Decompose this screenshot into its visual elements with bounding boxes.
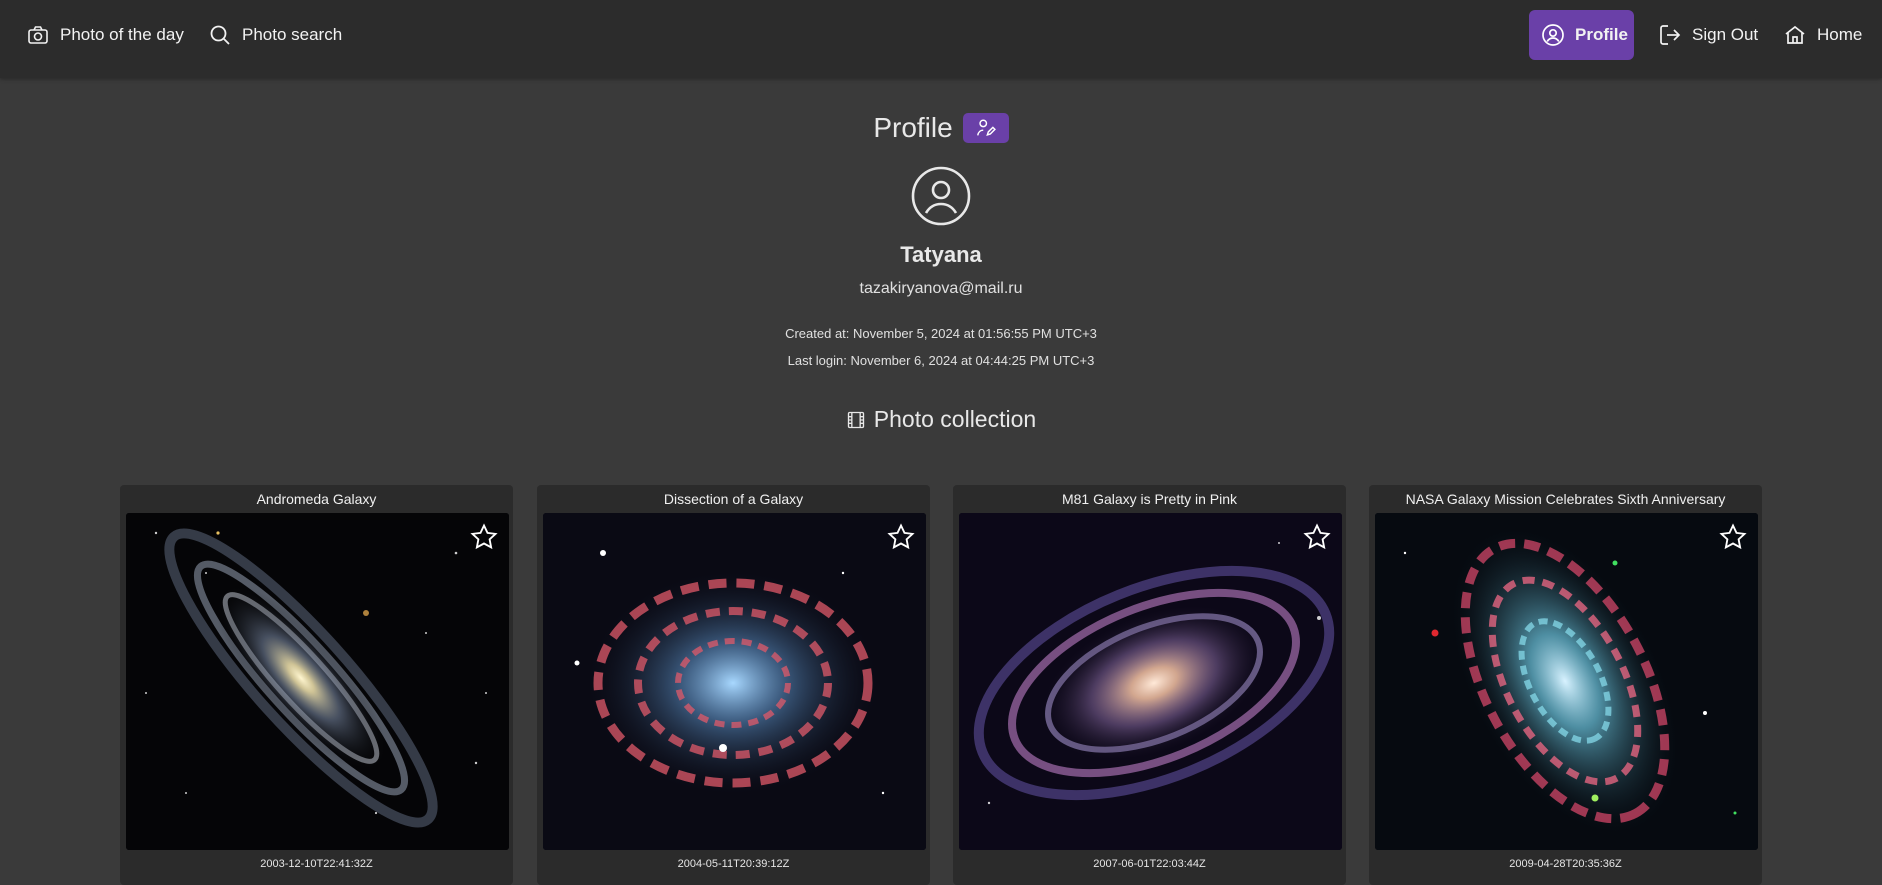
user-edit-icon [976, 119, 996, 136]
nav-home[interactable]: Home [1771, 10, 1874, 60]
star-icon [1719, 523, 1747, 550]
user-email: tazakiryanova@mail.ru [859, 280, 1023, 297]
username: Tatyana [900, 242, 982, 267]
star-icon [887, 523, 915, 550]
nav-photo-search[interactable]: Photo search [196, 10, 354, 60]
collection-title: Photo collection [873, 406, 1037, 432]
nav-sign-out-label: Sign Out [1692, 25, 1759, 44]
created-at: Created at: November 5, 2024 at 01:56:55… [785, 326, 1097, 341]
photo-image[interactable] [126, 513, 509, 850]
photo-title: Andromeda Galaxy [256, 491, 377, 507]
favorite-button[interactable] [1718, 522, 1748, 552]
edit-profile-button[interactable] [962, 113, 1009, 143]
photo-card[interactable]: Dissection of a Galaxy 2004-05-11T20:39:… [537, 485, 930, 885]
nav-profile[interactable]: Profile [1529, 10, 1634, 60]
top-navbar: Photo of the day Photo search Profile Si… [0, 0, 1882, 78]
page-title: Profile [873, 112, 953, 143]
galaxy-image [1375, 513, 1758, 850]
favorite-button[interactable] [1302, 522, 1332, 552]
avatar [911, 166, 971, 226]
photo-date: 2007-06-01T22:03:44Z [1093, 858, 1206, 870]
photo-card[interactable]: Andromeda Galaxy 2003-12-10T22:41:32Z [120, 485, 513, 885]
nav-photo-of-the-day[interactable]: Photo of the day [14, 10, 196, 60]
photo-title: M81 Galaxy is Pretty in Pink [1061, 491, 1238, 507]
galaxy-image [126, 513, 509, 850]
photo-date: 2009-04-28T20:35:36Z [1509, 858, 1622, 870]
star-icon [1303, 523, 1331, 550]
search-icon [210, 25, 230, 45]
favorite-button[interactable] [469, 522, 499, 552]
sign-out-icon [1660, 25, 1681, 45]
photo-title: Dissection of a Galaxy [663, 491, 804, 507]
nav-profile-label: Profile [1575, 25, 1628, 44]
photo-card[interactable]: M81 Galaxy is Pretty in Pink 2007-06-01T… [953, 485, 1346, 885]
camera-icon [28, 26, 48, 44]
photo-date: 2003-12-10T22:41:32Z [260, 858, 373, 870]
photo-card[interactable]: NASA Galaxy Mission Celebrates Sixth Ann… [1369, 485, 1762, 885]
nav-photo-search-label: Photo search [242, 25, 343, 44]
user-circle-icon [911, 166, 971, 226]
film-icon [847, 411, 864, 428]
nav-sign-out[interactable]: Sign Out [1646, 10, 1770, 60]
galaxy-image [959, 513, 1342, 850]
photo-image[interactable] [1375, 513, 1758, 850]
profile-header: Profile [0, 112, 1882, 144]
home-icon [1785, 25, 1805, 44]
photo-title: NASA Galaxy Mission Celebrates Sixth Ann… [1405, 491, 1726, 507]
photo-image[interactable] [543, 513, 926, 850]
star-icon [470, 523, 498, 550]
last-login: Last login: November 6, 2024 at 04:44:25… [787, 353, 1095, 368]
galaxy-image [543, 513, 926, 850]
nav-home-label: Home [1817, 25, 1863, 44]
favorite-button[interactable] [886, 522, 916, 552]
nav-photo-of-the-day-label: Photo of the day [60, 25, 184, 44]
collection-header: Photo collection [0, 406, 1882, 433]
photo-date: 2004-05-11T20:39:12Z [677, 858, 790, 870]
photo-image[interactable] [959, 513, 1342, 850]
user-circle-icon [1542, 24, 1564, 46]
